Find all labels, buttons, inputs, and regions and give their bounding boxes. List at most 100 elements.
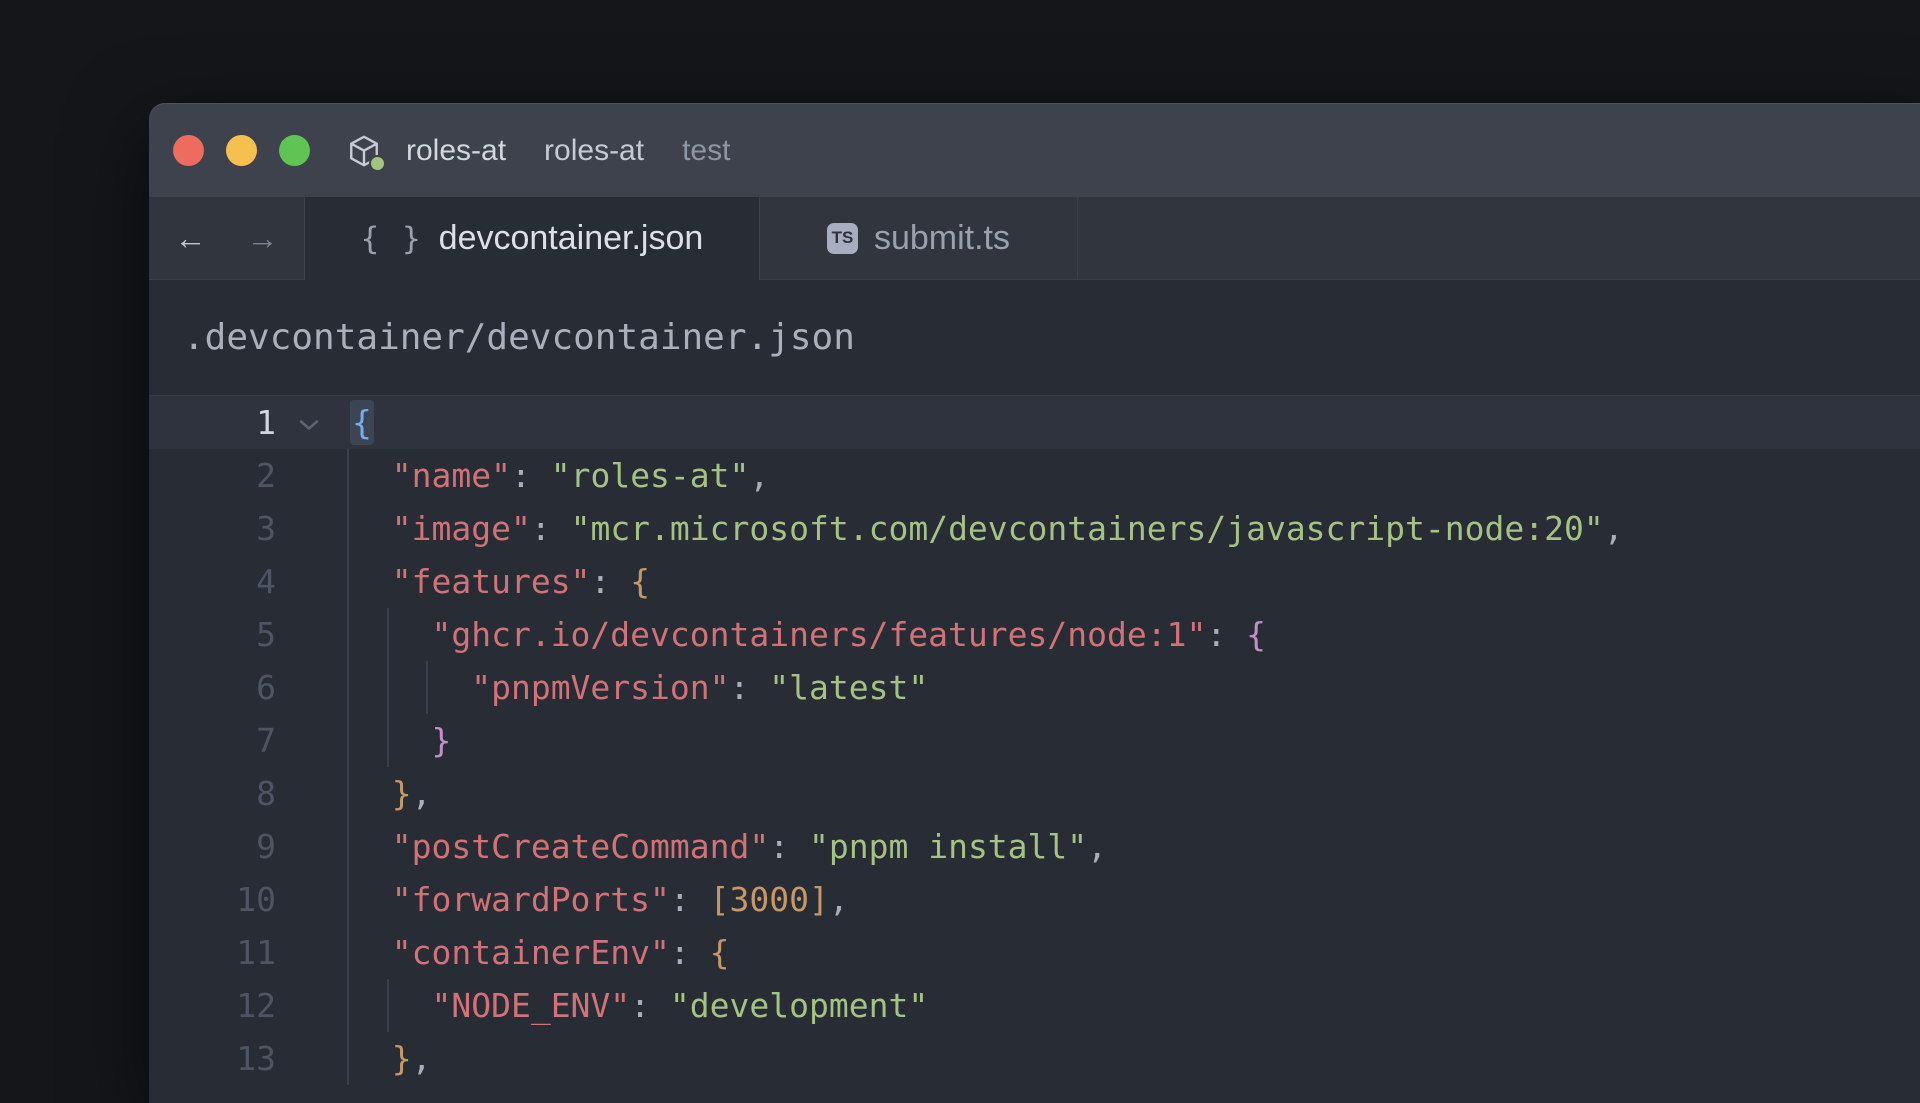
history-nav: ← → [149, 197, 305, 280]
code-token: : [1206, 615, 1246, 654]
code-token: } [392, 1039, 412, 1078]
code-line[interactable]: 11 "containerEnv": { [149, 926, 1920, 979]
code-token [352, 509, 392, 548]
code-token [352, 1039, 392, 1078]
code-token: "containerEnv" [392, 933, 670, 972]
zoom-button[interactable] [279, 135, 310, 166]
code-line[interactable]: 1{ [149, 396, 1920, 449]
code-token: "forwardPorts" [392, 880, 670, 919]
code-token: : [531, 509, 571, 548]
tab-label: devcontainer.json [439, 219, 704, 258]
code-line[interactable]: 9 "postCreateCommand": "pnpm install", [149, 820, 1920, 873]
code-token: "features" [392, 562, 591, 601]
code-token: "pnpm install" [809, 827, 1087, 866]
code-token: { [630, 562, 650, 601]
code-line[interactable]: 7 } [149, 714, 1920, 767]
code-token: : [769, 827, 809, 866]
close-button[interactable] [173, 135, 204, 166]
code-token: [ [710, 880, 730, 919]
back-arrow-icon[interactable]: ← [175, 220, 207, 257]
breadcrumb[interactable]: .devcontainer/devcontainer.json [149, 280, 1920, 396]
code-token [352, 827, 392, 866]
line-number: 6 [149, 661, 276, 714]
line-number: 12 [149, 979, 276, 1032]
code-line[interactable]: 4 "features": { [149, 555, 1920, 608]
code-line[interactable]: 5 "ghcr.io/devcontainers/features/node:1… [149, 608, 1920, 661]
code-token: "pnpmVersion" [471, 668, 729, 707]
code-token [352, 986, 431, 1025]
line-number: 10 [149, 873, 276, 926]
code-line[interactable]: 8 }, [149, 767, 1920, 820]
tab-submit-ts[interactable]: TS submit.ts [760, 197, 1078, 280]
code-token: { [710, 933, 730, 972]
code-token: "roles-at" [551, 456, 750, 495]
code-token: : [670, 933, 710, 972]
code-token: "ghcr.io/devcontainers/features/node:1" [431, 615, 1206, 654]
code-token: : [511, 456, 551, 495]
project-cube-icon [346, 132, 382, 170]
code-token: : [730, 668, 770, 707]
code-token: { [350, 400, 374, 445]
forward-arrow-icon[interactable]: → [247, 220, 279, 257]
code-token [352, 933, 392, 972]
traffic-lights [173, 135, 310, 166]
code-editor[interactable]: 1{2 "name": "roles-at",3 "image": "mcr.m… [149, 396, 1920, 1085]
code-token: : [630, 986, 670, 1025]
code-line[interactable]: 6 "pnpmVersion": "latest" [149, 661, 1920, 714]
code-token: , [412, 774, 432, 813]
code-token [352, 562, 392, 601]
line-number: 1 [149, 396, 276, 449]
line-number: 9 [149, 820, 276, 873]
code-line[interactable]: 12 "NODE_ENV": "development" [149, 979, 1920, 1032]
code-token: , [1087, 827, 1107, 866]
code-token: "mcr.microsoft.com/devcontainers/javascr… [571, 509, 1604, 548]
code-token: , [749, 456, 769, 495]
code-token: , [829, 880, 849, 919]
title-repo-name[interactable]: roles-at [544, 134, 644, 168]
code-token: : [670, 880, 710, 919]
project-status-dot [369, 155, 386, 172]
tab-bar: ← → { } devcontainer.json TS submit.ts [149, 197, 1920, 280]
title-bar[interactable]: roles-at roles-at test [149, 103, 1920, 197]
code-token [352, 721, 431, 760]
tab-bar-empty-area [1078, 197, 1920, 280]
code-token: "postCreateCommand" [392, 827, 770, 866]
code-token: } [431, 721, 451, 760]
code-token: "NODE_ENV" [431, 986, 630, 1025]
code-token: "latest" [769, 668, 928, 707]
tab-label: submit.ts [874, 219, 1010, 258]
line-number: 11 [149, 926, 276, 979]
code-token: "image" [392, 509, 531, 548]
line-number: 8 [149, 767, 276, 820]
code-line[interactable]: 10 "forwardPorts": [3000], [149, 873, 1920, 926]
code-token [352, 880, 392, 919]
typescript-file-icon: TS [827, 223, 858, 254]
breadcrumb-path: .devcontainer/devcontainer.json [183, 317, 855, 358]
code-line[interactable]: 3 "image": "mcr.microsoft.com/devcontain… [149, 502, 1920, 555]
editor-window: roles-at roles-at test ← → { } devcontai… [149, 103, 1920, 1103]
line-number: 7 [149, 714, 276, 767]
code-token: , [1604, 509, 1624, 548]
line-number: 5 [149, 608, 276, 661]
line-number: 2 [149, 449, 276, 502]
code-line[interactable]: 13 }, [149, 1032, 1920, 1085]
code-token: "name" [392, 456, 511, 495]
fold-chevron-icon[interactable] [276, 396, 352, 449]
tab-devcontainer-json[interactable]: { } devcontainer.json [305, 197, 760, 280]
code-token: : [590, 562, 630, 601]
code-token [352, 615, 431, 654]
code-token [352, 456, 392, 495]
code-line[interactable]: 2 "name": "roles-at", [149, 449, 1920, 502]
code-token [352, 774, 392, 813]
minimize-button[interactable] [226, 135, 257, 166]
line-number: 4 [149, 555, 276, 608]
code-token: 3000 [730, 880, 809, 919]
json-file-icon: { } [361, 221, 423, 257]
line-number: 13 [149, 1032, 276, 1085]
code-token: { [1246, 615, 1266, 654]
title-project-name[interactable]: roles-at [406, 134, 506, 168]
title-branch-name[interactable]: test [682, 134, 730, 168]
code-token: ] [809, 880, 829, 919]
code-token [352, 668, 471, 707]
code-token: "development" [670, 986, 928, 1025]
